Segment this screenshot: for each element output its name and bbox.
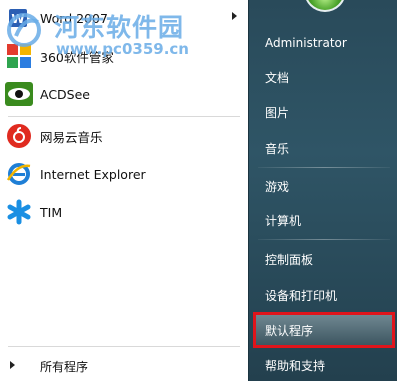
menu-item-devices-printers[interactable]: 设备和打印机	[256, 280, 394, 310]
divider	[258, 167, 390, 168]
watermark-title: 河东软件园	[54, 13, 185, 42]
program-label: Internet Explorer	[40, 166, 146, 182]
internet-explorer-icon	[4, 159, 34, 189]
tim-icon	[4, 197, 34, 227]
program-label: TIM	[40, 204, 63, 220]
menu-item-label: 音乐	[265, 141, 290, 156]
menu-item-games[interactable]: 游戏	[256, 171, 394, 201]
menu-item-label: 帮助和支持	[265, 358, 326, 373]
menu-item-computer[interactable]: 计算机	[256, 205, 394, 235]
menu-item-documents[interactable]: 文档	[256, 62, 394, 92]
program-item-acdsee[interactable]: ACDSee	[0, 76, 248, 112]
menu-item-label: 游戏	[265, 179, 290, 194]
separator	[8, 116, 240, 117]
menu-item-label: 图片	[265, 105, 290, 120]
menu-item-label: 设备和打印机	[265, 288, 338, 303]
program-label: ACDSee	[40, 86, 90, 102]
program-item-tim[interactable]: TIM	[0, 194, 248, 230]
menu-item-label: 计算机	[265, 213, 302, 228]
menu-item-label: 控制面板	[265, 252, 314, 267]
acdsee-icon	[4, 79, 34, 109]
menu-item-control-panel[interactable]: 控制面板	[256, 244, 394, 274]
menu-item-default-programs[interactable]: 默认程序	[253, 312, 395, 348]
submenu-arrow-icon[interactable]	[232, 12, 237, 20]
all-programs-button[interactable]: 所有程序	[0, 352, 248, 380]
menu-item-administrator[interactable]: Administrator	[256, 28, 394, 58]
right-arrow-icon	[10, 361, 15, 369]
program-item-netease-music[interactable]: 网易云音乐	[0, 118, 248, 154]
watermark-url: www.pc0359.cn	[56, 40, 189, 58]
menu-item-help-support[interactable]: 帮助和支持	[256, 350, 394, 380]
menu-item-label: Administrator	[265, 36, 347, 50]
menu-item-label: 文档	[265, 70, 290, 85]
right-menu-layer: Administrator 文档 图片 音乐 游戏 计算机 控制面板 设备和打印…	[248, 0, 397, 381]
separator	[8, 346, 240, 347]
netease-music-icon	[4, 121, 34, 151]
menu-item-pictures[interactable]: 图片	[256, 97, 394, 127]
menu-item-label: 默认程序	[265, 323, 314, 338]
all-programs-label: 所有程序	[40, 359, 89, 374]
menu-item-music[interactable]: 音乐	[256, 133, 394, 163]
divider	[258, 239, 390, 240]
program-item-internet-explorer[interactable]: Internet Explorer	[0, 156, 248, 192]
program-label: 网易云音乐	[40, 129, 103, 145]
watermark-logo-icon	[7, 13, 41, 47]
